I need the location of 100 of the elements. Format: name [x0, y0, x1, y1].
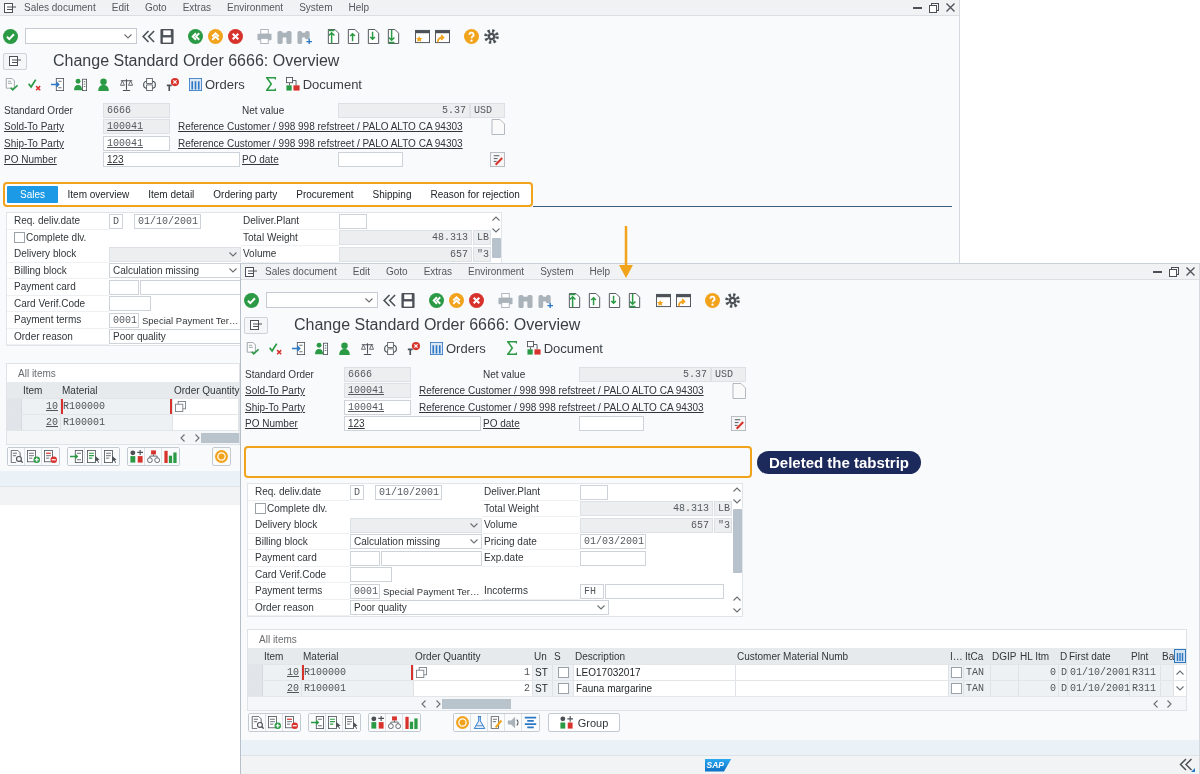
scales-icon[interactable]	[120, 77, 133, 91]
menu-item[interactable]: Extras	[415, 266, 460, 277]
input-field[interactable]: 123	[344, 416, 481, 432]
scroll-down-icon[interactable]	[733, 499, 741, 504]
previous-page-icon[interactable]	[587, 292, 602, 308]
edit-icon[interactable]	[490, 152, 505, 168]
import-icon[interactable]	[292, 341, 305, 355]
scroll-down-icon[interactable]	[492, 228, 500, 233]
binoculars-plus-icon[interactable]	[538, 292, 553, 308]
menu-item[interactable]: Environment	[460, 266, 533, 277]
menu-icon[interactable]	[245, 266, 257, 277]
input-field[interactable]: 01/03/2001	[580, 534, 646, 550]
menu-item[interactable]: Extras	[174, 2, 219, 13]
field-label[interactable]: Ship-To Party	[4, 137, 65, 149]
configure-button[interactable]	[128, 448, 145, 465]
cancel-icon[interactable]	[228, 28, 243, 44]
input-field[interactable]	[381, 550, 482, 566]
input-field[interactable]: 0001	[350, 583, 380, 599]
double-chevron-icon[interactable]	[383, 293, 396, 307]
column-header[interactable]: Order Quantity	[414, 648, 533, 664]
details-button[interactable]	[249, 714, 266, 731]
back-icon[interactable]	[188, 28, 203, 44]
dropdown[interactable]: Calculation missing	[109, 263, 241, 279]
scroll-up-icon[interactable]	[1176, 670, 1184, 675]
cancel-icon[interactable]	[469, 292, 484, 308]
column-header[interactable]: Plnt	[1130, 648, 1161, 664]
flask-button[interactable]	[471, 714, 488, 731]
checkbox[interactable]	[557, 683, 569, 694]
delete-row-button[interactable]	[42, 448, 59, 465]
person-card-icon[interactable]	[74, 77, 87, 91]
menu-item[interactable]: Goto	[136, 2, 175, 13]
column-header[interactable]: Material	[302, 648, 414, 664]
input-field[interactable]	[350, 567, 392, 583]
input-field[interactable]	[338, 152, 403, 168]
check-cross-icon[interactable]	[28, 77, 41, 91]
checkbox[interactable]	[557, 667, 569, 678]
hierarchy-button[interactable]	[145, 448, 162, 465]
input-field[interactable]: FH	[580, 583, 604, 599]
document-check-icon[interactable]	[5, 77, 18, 91]
column-header[interactable]: Item	[22, 382, 61, 398]
previous-page-icon[interactable]	[346, 28, 361, 44]
minimize-icon[interactable]	[913, 6, 922, 9]
scrollbar-thumb[interactable]	[442, 698, 511, 709]
scroll-up-icon[interactable]	[733, 596, 741, 601]
scroll-down-icon[interactable]	[1176, 686, 1184, 691]
scrollbar-thumb[interactable]	[732, 509, 742, 573]
scroll-down-icon[interactable]	[733, 608, 741, 613]
deselect-button[interactable]	[343, 714, 360, 731]
menu-icon[interactable]	[4, 2, 16, 13]
customer-link[interactable]: Reference Customer / 998 998 refstreet / PALO ALTO CA 94303	[419, 401, 704, 413]
menu-item[interactable]: Edit	[103, 2, 137, 13]
table-cell[interactable]: 20	[22, 415, 61, 430]
back-icon[interactable]	[429, 292, 444, 308]
table-cell[interactable]: LEO17032017	[574, 665, 736, 680]
restore-icon[interactable]	[929, 2, 939, 13]
person-icon[interactable]	[97, 77, 110, 91]
input-field[interactable]: D	[109, 213, 123, 229]
input-field[interactable]	[109, 296, 151, 312]
configure-button[interactable]	[369, 714, 386, 731]
input-field[interactable]: 100041	[103, 135, 170, 151]
column-header[interactable]: D	[1059, 648, 1068, 664]
double-chevron-icon[interactable]	[1179, 758, 1195, 772]
settings-icon[interactable]	[725, 292, 740, 308]
scrollbar-thumb[interactable]	[201, 432, 239, 443]
add-row-button[interactable]	[266, 714, 283, 731]
save-icon[interactable]	[160, 28, 174, 44]
select-block-button[interactable]	[326, 714, 343, 731]
menu-item[interactable]: System	[291, 2, 341, 13]
minimize-icon[interactable]	[1153, 270, 1162, 273]
settings-icon[interactable]	[484, 28, 499, 44]
field-label[interactable]: Ship-To Party	[245, 401, 306, 413]
menu-item[interactable]: System	[532, 266, 582, 277]
column-header[interactable]: Description	[574, 648, 736, 664]
scroll-left-icon[interactable]	[180, 433, 185, 442]
edit-icon[interactable]	[731, 416, 746, 432]
check-circle-icon[interactable]	[244, 292, 259, 308]
checkbox[interactable]	[14, 232, 25, 244]
first-page-icon[interactable]	[567, 292, 582, 308]
new-window-icon[interactable]	[415, 28, 430, 44]
input-field[interactable]	[109, 279, 139, 295]
input-field[interactable]: 123	[103, 152, 240, 168]
column-header[interactable]: First date	[1068, 648, 1130, 664]
last-page-icon[interactable]	[627, 292, 642, 308]
field-label[interactable]: PO Number	[245, 418, 298, 430]
tab[interactable]: Reason for rejection	[420, 186, 530, 203]
select-all-button[interactable]	[309, 714, 326, 731]
table-cell[interactable]: 1	[414, 665, 533, 680]
group-button[interactable]: Group	[548, 713, 620, 732]
tab[interactable]: Item detail	[138, 186, 204, 203]
column-header[interactable]: Item	[263, 648, 302, 664]
column-header[interactable]: S	[553, 648, 574, 664]
input-field[interactable]	[140, 279, 241, 295]
column-header[interactable]: DGIP	[991, 648, 1019, 664]
printer-icon[interactable]	[384, 341, 397, 355]
shortcut-icon[interactable]	[676, 292, 691, 308]
orders-button[interactable]: Orders	[430, 340, 486, 356]
column-settings-icon[interactable]	[1174, 649, 1186, 663]
menu-item[interactable]: Goto	[377, 266, 416, 277]
deselect-button[interactable]	[102, 448, 119, 465]
double-chevron-icon[interactable]	[142, 29, 155, 43]
